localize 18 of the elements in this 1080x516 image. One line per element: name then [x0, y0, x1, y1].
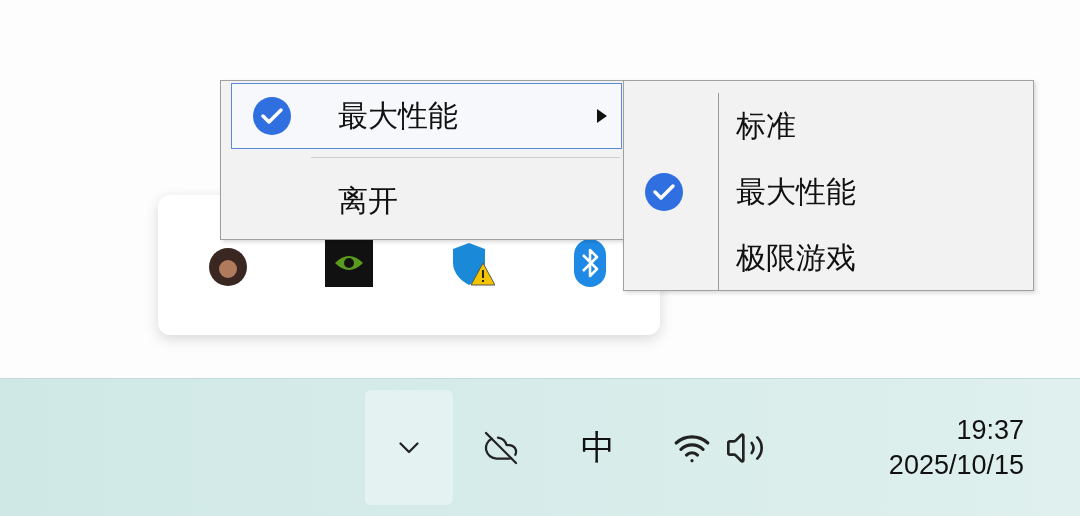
submenu-arrow-icon: [597, 109, 607, 123]
menu-item[interactable]: 离开: [231, 168, 622, 234]
submenu-item[interactable]: 标准: [736, 105, 796, 147]
eye-logo-icon[interactable]: [324, 239, 373, 287]
input-method-indicator[interactable]: 中: [581, 424, 615, 471]
cloud-off-icon[interactable]: [483, 429, 519, 466]
submenu-item[interactable]: 最大性能: [736, 171, 856, 213]
submenu-item[interactable]: 极限游戏: [736, 237, 856, 279]
check-icon: [644, 172, 684, 212]
menu-item-label: 最大性能: [338, 96, 458, 135]
clock-time[interactable]: 19:37: [956, 414, 1024, 446]
chevron-down-icon: [399, 441, 419, 454]
menu-item-label: 离开: [338, 181, 398, 220]
avatar-icon[interactable]: [208, 247, 248, 287]
clock-date[interactable]: 2025/10/15: [888, 449, 1024, 481]
menu-item[interactable]: 最大性能: [231, 83, 622, 149]
bluetooth-icon[interactable]: [571, 239, 608, 287]
check-icon: [252, 96, 292, 136]
